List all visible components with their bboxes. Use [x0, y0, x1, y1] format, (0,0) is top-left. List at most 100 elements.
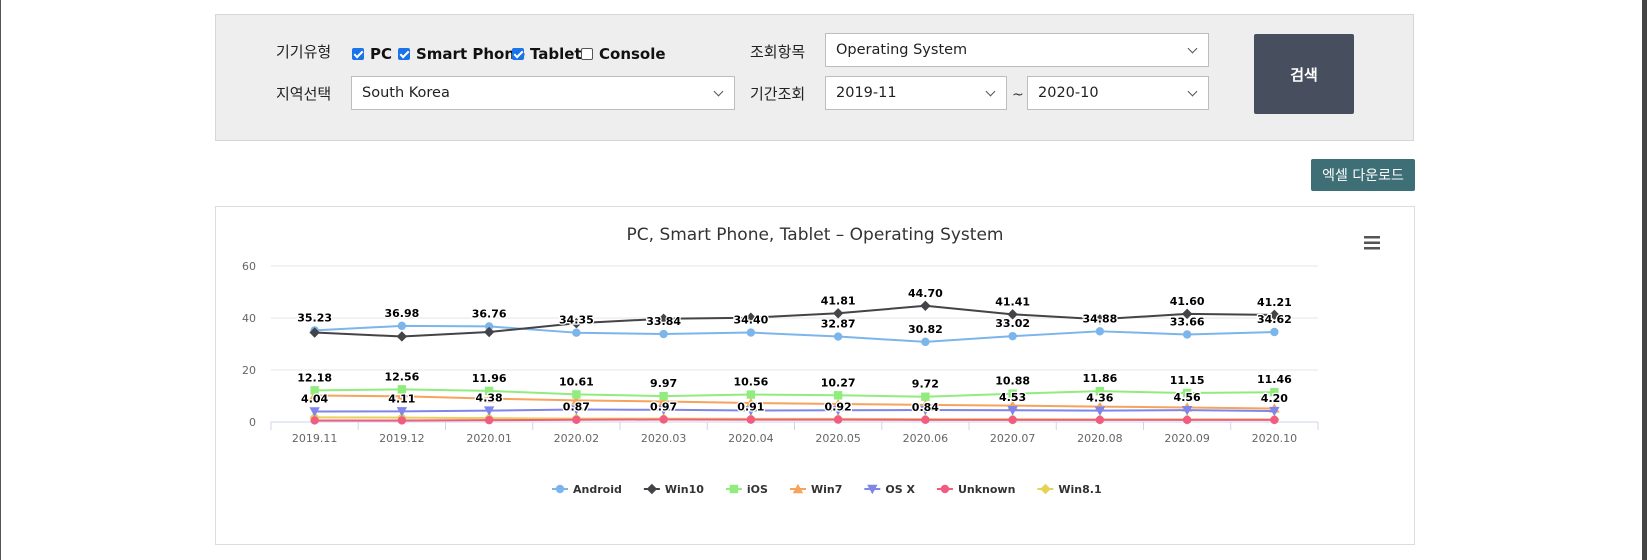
chevron-down-icon [1187, 86, 1198, 97]
period-start-select[interactable]: 2019-11 [825, 76, 1007, 110]
chart-panel: 0 20 40 60 2019.11 2019.12 2020.01 2020.02 2020.… [215, 206, 1415, 545]
data-point [1008, 331, 1017, 341]
device-checkbox-console[interactable]: Console [581, 45, 666, 63]
data-point [833, 415, 843, 424]
data-label: 4.56 [1174, 391, 1201, 404]
window-edge-left [0, 0, 1, 560]
query-item-select[interactable]: Operating System [825, 33, 1209, 67]
data-label: 4.04 [301, 392, 328, 405]
data-label: 10.61 [559, 375, 594, 388]
data-point [397, 321, 407, 331]
checkbox-tablet[interactable] [512, 48, 524, 60]
device-type-label: 기기유형 [276, 43, 332, 61]
data-label: 0.97 [650, 400, 677, 413]
data-label: 41.21 [1257, 296, 1292, 309]
excel-download-button[interactable]: 엑셀 다운로드 [1311, 159, 1415, 191]
checkbox-smart-phone-label: Smart Phone [416, 45, 526, 63]
device-checkbox-tablet[interactable]: Tablet [512, 45, 582, 63]
data-label: 10.56 [733, 376, 768, 389]
query-item-value: Operating System [836, 42, 968, 58]
period-end-select[interactable]: 2020-10 [1027, 76, 1209, 110]
data-point [659, 329, 668, 339]
data-point [1270, 327, 1279, 337]
x-tick-label: 2020.06 [903, 432, 949, 445]
chart-title: PC, Smart Phone, Tablet – Operating Syst… [627, 225, 1004, 245]
x-tick-label: 2020.08 [1077, 432, 1123, 445]
legend-marker [729, 484, 739, 494]
data-point [746, 328, 756, 337]
filter-panel: 기기유형 PC Smart Phone Tablet Console 조회항목 … [215, 14, 1414, 141]
checkbox-pc[interactable] [352, 48, 364, 60]
period-start-value: 2019-11 [836, 85, 897, 101]
data-label: 4.20 [1261, 392, 1288, 405]
data-label: 41.41 [995, 295, 1030, 308]
legend-item-win7[interactable]: Win7 [789, 483, 842, 496]
data-label: 34.35 [559, 314, 594, 327]
data-label: 10.27 [821, 376, 856, 389]
x-tick-label: 2020.03 [641, 432, 687, 445]
legend-item-os-x[interactable]: OS X [864, 483, 915, 496]
data-point [572, 390, 581, 399]
data-label: 12.18 [297, 371, 332, 384]
data-label: 0.92 [825, 401, 852, 414]
legend-item-ios[interactable]: iOS [725, 483, 768, 496]
checkbox-smart-phone[interactable] [398, 48, 410, 60]
period-label: 기간조회 [750, 85, 806, 103]
search-button[interactable]: 검색 [1254, 34, 1354, 114]
data-point [1095, 327, 1105, 336]
data-point [396, 331, 408, 342]
legend-item-unknown[interactable]: Unknown [936, 483, 1015, 496]
legend-item-win8-1[interactable]: Win8.1 [1037, 483, 1102, 496]
data-label: 11.96 [472, 372, 507, 385]
region-label: 지역선택 [276, 85, 332, 103]
x-tick-label: 2020.02 [554, 432, 600, 445]
period-separator: ~ [1012, 87, 1024, 103]
series-win7 [309, 390, 1280, 413]
legend-marker [940, 484, 950, 494]
legend-label: Unknown [958, 483, 1015, 496]
legend-label: Win7 [811, 483, 842, 496]
data-label: 41.60 [1170, 295, 1205, 308]
data-label: 4.38 [476, 392, 503, 405]
x-tick-label: 2020.09 [1164, 432, 1210, 445]
legend-label: Win10 [665, 483, 704, 496]
legend-item-win10[interactable]: Win10 [643, 483, 704, 496]
checkbox-pc-label: PC [370, 45, 393, 63]
data-label: 36.98 [384, 307, 419, 320]
data-point [572, 415, 581, 424]
data-point [659, 415, 668, 424]
y-tick-label: 20 [242, 364, 256, 377]
x-tick-label: 2019.12 [379, 432, 425, 445]
data-label: 44.70 [908, 287, 943, 300]
checkbox-console[interactable] [581, 48, 593, 60]
x-tick-label: 2020.01 [466, 432, 512, 445]
legend: Android Win10 iOS Win7 OS X Unknown Win8.1 [552, 483, 1102, 496]
data-label: 34.40 [733, 314, 768, 327]
device-checkbox-smart-phone[interactable]: Smart Phone [398, 45, 525, 63]
checkbox-tablet-label: Tablet [530, 45, 582, 63]
query-item-label: 조회항목 [750, 43, 806, 61]
x-tick-label: 2019.11 [292, 432, 338, 445]
plot-area [309, 300, 1280, 425]
data-label: 34.62 [1257, 313, 1292, 326]
data-point [1270, 415, 1279, 425]
data-point [921, 337, 930, 347]
data-point [920, 300, 931, 311]
data-point [1095, 415, 1105, 425]
legend-label: Android [573, 483, 622, 496]
device-checkbox-pc[interactable]: PC [352, 45, 392, 63]
grid [271, 265, 1318, 423]
legend-label: Win8.1 [1058, 483, 1101, 496]
data-label: 4.36 [1086, 392, 1113, 405]
data-label: 9.72 [912, 378, 939, 391]
chevron-down-icon [713, 86, 724, 97]
region-select[interactable]: South Korea [351, 76, 735, 110]
data-point [397, 416, 407, 425]
legend-item-android[interactable]: Android [552, 483, 622, 496]
legend-marker [646, 483, 658, 495]
data-label: 11.15 [1170, 374, 1205, 387]
data-label: 11.86 [1082, 372, 1117, 385]
menu-icon[interactable] [1364, 236, 1380, 250]
legend-marker [555, 484, 565, 494]
checkbox-console-label: Console [599, 45, 666, 63]
